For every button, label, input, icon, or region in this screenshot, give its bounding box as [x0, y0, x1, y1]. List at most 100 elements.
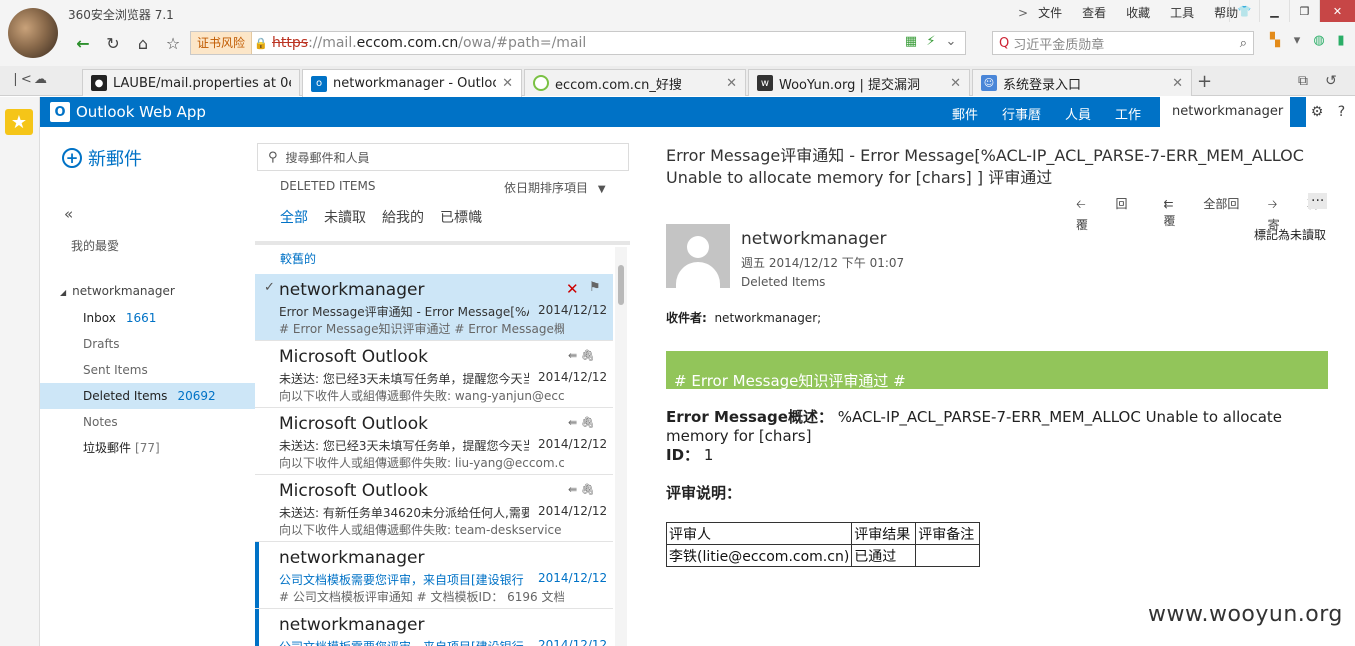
filter-to-me[interactable]: 給我的 [382, 207, 424, 227]
cert-warning-badge[interactable]: 证书风险 [191, 32, 253, 54]
message-subject: 未送达: 您已经3天未填写任务单，提醒您今天当 [279, 439, 529, 453]
checkmark-icon[interactable]: ✓ [264, 280, 275, 295]
nav-people[interactable]: 人員 [1065, 104, 1091, 123]
folder-drafts[interactable]: Drafts [40, 331, 255, 357]
tab-haosou[interactable]: eccom.com.cn_好搜 ✕ [524, 69, 746, 96]
tab-list-icon[interactable]: ⧉ [1289, 73, 1317, 89]
help-icon[interactable]: ? [1328, 97, 1355, 127]
message-list: ✓ networkmanager ✕ ⚑ Error Message评审通知 -… [255, 274, 613, 646]
list-item[interactable]: ✓ networkmanager ✕ ⚑ Error Message评审通知 -… [255, 274, 613, 341]
collapse-pane-icon[interactable]: « [64, 205, 73, 223]
favorites-header[interactable]: 我的最愛 [71, 237, 119, 254]
to-label: 收件者: [666, 311, 707, 325]
message-date: 2014/12/12 [538, 437, 608, 451]
menu-view[interactable]: 查看 [1082, 4, 1106, 21]
search-input[interactable]: 习近平金质勋章 [1013, 34, 1239, 53]
list-scrollbar[interactable] [615, 247, 627, 646]
message-preview: 向以下收件人或組傳遞郵件失敗: wang-yanjun@eccom [279, 389, 564, 403]
chevron-down-icon[interactable]: ▾ [1286, 33, 1308, 53]
outlook-logo-icon: O [50, 102, 70, 122]
menu-tools[interactable]: 工具 [1170, 4, 1194, 21]
list-item[interactable]: Microsoft Outlook ⇚ 🖇 未送达: 您已经3天未填写任务单，提… [255, 408, 613, 475]
tab-close-icon[interactable]: ✕ [950, 76, 961, 91]
qr-code-icon[interactable]: ▦ [901, 34, 921, 49]
list-item[interactable]: networkmanager 公司文档模板需要您评审，来自项目[建设银行 201… [255, 609, 613, 646]
mail-search-input[interactable]: ⚲ 搜尋郵件和人員 [257, 143, 629, 171]
reply-button[interactable]: 🡠 回覆 [1076, 195, 1137, 233]
close-icon[interactable]: ✕ [1319, 0, 1355, 22]
list-item[interactable]: Microsoft Outlook ⇚ 🖇 未送达: 您已经3天未填写任务单，提… [255, 341, 613, 408]
sort-dropdown[interactable]: 依日期排序項目 ▼ [504, 179, 606, 196]
folder-junk[interactable]: 垃圾郵件 [77] [40, 435, 255, 461]
filter-unread[interactable]: 未讀取 [324, 207, 366, 227]
filter-flagged[interactable]: 已標幟 [440, 207, 482, 227]
search-engine-icon[interactable]: Q [999, 36, 1009, 51]
folder-label: Notes [83, 415, 118, 429]
sender-name[interactable]: networkmanager [741, 229, 886, 249]
address-bar[interactable]: 证书风险 🔒 https://mail.eccom.com.cn/owa/#pa… [190, 31, 966, 55]
folder-deleted-items[interactable]: Deleted Items 20692 [40, 383, 255, 409]
sidebar-toggle-icon[interactable]: ❘< [10, 72, 34, 87]
more-icon[interactable]: ▮ [1330, 33, 1352, 53]
url-text[interactable]: https://mail.eccom.com.cn/owa/#path=/mai… [272, 35, 586, 51]
broken-lock-icon: 🔒 [254, 36, 268, 50]
minimize-icon[interactable]: ▁ [1259, 0, 1289, 22]
menu-favorites[interactable]: 收藏 [1126, 4, 1150, 21]
mark-unread-link[interactable]: 標記為未讀取 [1254, 226, 1326, 243]
url-path: /owa/#path=/mail [458, 35, 587, 51]
new-tab-icon[interactable]: + [1197, 71, 1212, 92]
filter-all[interactable]: 全部 [280, 207, 308, 227]
message-subject: 未送达: 您已经3天未填写任务单，提醒您今天当 [279, 372, 529, 386]
home-icon[interactable]: ⌂ [128, 30, 158, 56]
account-folder-header[interactable]: ◢ networkmanager [60, 284, 175, 298]
reply-all-button[interactable]: ⇇ 全部回覆 [1163, 195, 1241, 233]
maximize-icon[interactable]: ❐ [1289, 0, 1319, 22]
folder-notes[interactable]: Notes [40, 409, 255, 435]
cloud-icon[interactable]: ☁ [34, 72, 58, 87]
message-preview: 向以下收件人或組傳遞郵件失敗: team-deskservice [279, 523, 562, 537]
nav-tasks[interactable]: 工作 [1115, 104, 1141, 123]
search-icon[interactable]: ⌕ [1240, 36, 1247, 51]
refresh-icon[interactable]: ↻ [98, 30, 128, 56]
lightning-icon[interactable]: ⚡ [921, 34, 941, 49]
recipients: 收件者: networkmanager; [666, 309, 821, 326]
undo-close-icon[interactable]: ↺ [1317, 73, 1345, 89]
more-actions-icon[interactable]: ··· [1308, 193, 1328, 209]
list-item[interactable]: networkmanager 公司文档模板需要您评审，来自项目[建设银行 201… [255, 542, 613, 609]
flag-icon[interactable]: ⚑ [589, 280, 601, 295]
star-icon[interactable]: ☆ [158, 30, 188, 56]
list-item[interactable]: Microsoft Outlook ⇚ 🖇 未送达: 有新任务单34620未分派… [255, 475, 613, 542]
owa-app-name: Outlook Web App [76, 103, 206, 121]
chevron-down-icon[interactable]: ⌄ [941, 34, 961, 49]
delete-icon[interactable]: ✕ [566, 280, 579, 298]
tab-close-icon[interactable]: ✕ [726, 76, 737, 91]
scroll-thumb[interactable] [618, 265, 624, 305]
to-value[interactable]: networkmanager; [714, 311, 821, 325]
menu-file[interactable]: 文件 [1038, 4, 1062, 21]
back-arrow-icon[interactable]: ← [68, 30, 98, 56]
browser-search[interactable]: Q 习近平金质勋章 ⌕ [992, 31, 1254, 55]
folder-inbox[interactable]: Inbox 1661 [40, 305, 255, 331]
apps-icon[interactable]: ▚ [1264, 33, 1286, 53]
tab-close-icon[interactable]: ✕ [502, 76, 513, 91]
wooyun-icon: w [757, 75, 773, 91]
folder-sent-items[interactable]: Sent Items [40, 357, 255, 383]
user-menu[interactable]: networkmanager ▼ [1160, 97, 1290, 148]
shirt-icon[interactable]: 👕 [1229, 0, 1259, 22]
gear-icon[interactable]: ⚙ [1306, 97, 1328, 127]
chevron-right-icon[interactable]: > [1018, 6, 1028, 20]
chevron-down-icon: ▼ [597, 184, 606, 195]
tab-wooyun[interactable]: w WooYun.org | 提交漏洞 ✕ [748, 69, 970, 96]
tab-github[interactable]: ● LAUBE/mail.properties at 0e [82, 69, 300, 96]
message-date: 2014/12/12 [538, 571, 608, 585]
tab-outlook[interactable]: o networkmanager - Outlook W ✕ [302, 69, 522, 97]
profile-avatar[interactable] [8, 8, 58, 58]
favorites-star-icon[interactable]: ★ [5, 109, 33, 135]
wechat-icon[interactable]: ◍ [1308, 33, 1330, 53]
tab-login[interactable]: ☺ 系统登录入口 ✕ [972, 69, 1192, 96]
tab-close-icon[interactable]: ✕ [1172, 76, 1183, 91]
new-mail-button[interactable]: + 新郵件 [62, 145, 142, 171]
nav-calendar[interactable]: 行事曆 [1002, 104, 1041, 123]
reply-icon: 🡠 [1076, 197, 1090, 211]
nav-mail[interactable]: 郵件 [952, 104, 978, 123]
